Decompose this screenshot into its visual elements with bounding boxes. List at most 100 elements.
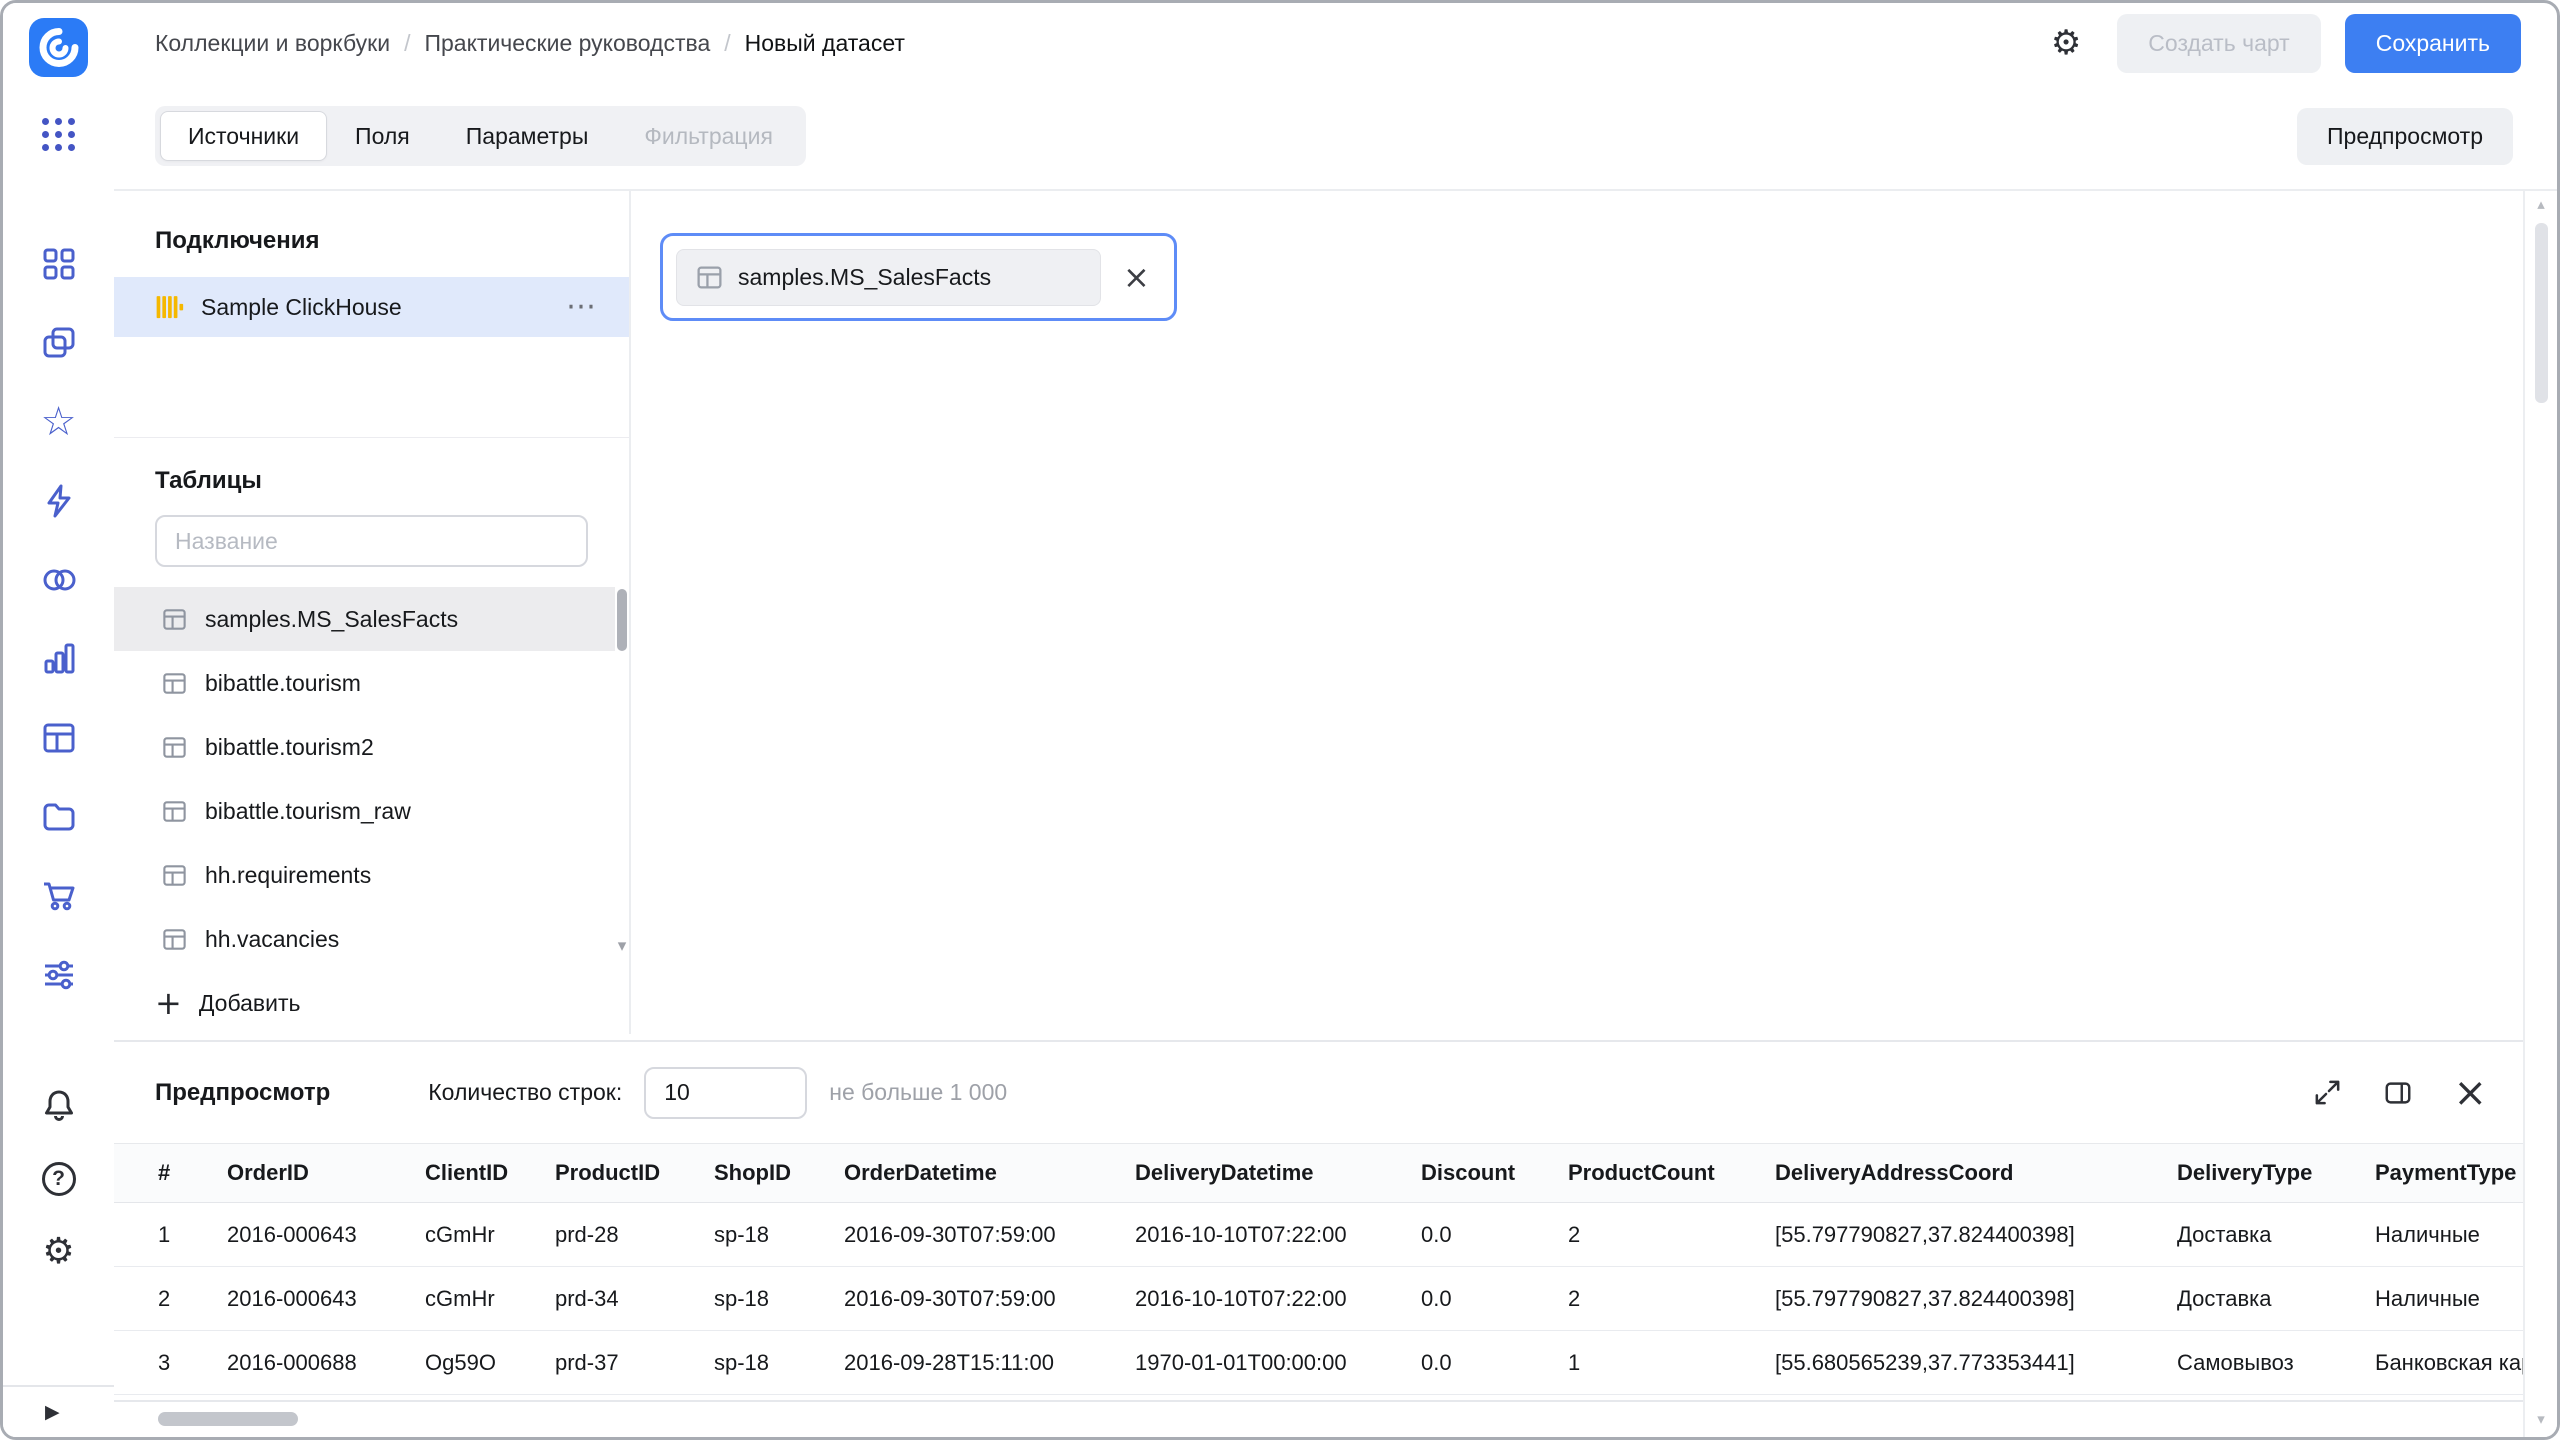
folder-icon[interactable]: [40, 798, 78, 836]
bell-icon[interactable]: [40, 1086, 78, 1124]
app-window: ☆ ? ⚙ ▶ Коллекции и воркбуки / Практичес…: [0, 0, 2560, 1440]
breadcrumb-collections[interactable]: Коллекции и воркбуки: [155, 30, 390, 57]
row-count-input[interactable]: [644, 1066, 808, 1119]
sliders-icon[interactable]: [40, 956, 78, 994]
column-header: #: [114, 1143, 227, 1203]
close-icon[interactable]: ×: [1123, 261, 1150, 293]
cell: 2016-000688: [227, 1330, 425, 1395]
vertical-scrollbar: ▴ ▾: [2523, 191, 2557, 1437]
close-icon[interactable]: ×: [2453, 1073, 2487, 1113]
cell: Доставка: [2177, 1266, 2375, 1331]
tab-parameters[interactable]: Параметры: [438, 111, 617, 161]
cell: 2: [1568, 1202, 1775, 1267]
datalens-logo-icon[interactable]: [29, 18, 88, 77]
sidebar-collapse-button[interactable]: ▶: [3, 1385, 114, 1437]
cart-icon[interactable]: [40, 877, 78, 915]
table-grid-icon: [163, 864, 186, 886]
row-count-hint: не больше 1 000: [829, 1079, 1008, 1105]
bar-chart-icon[interactable]: [40, 640, 78, 678]
save-button[interactable]: Сохранить: [2344, 13, 2521, 73]
table-icon[interactable]: [40, 719, 78, 757]
cell: 1: [114, 1202, 227, 1267]
split-view-icon[interactable]: [2383, 1078, 2413, 1108]
table-list-item[interactable]: samples.MS_SalesFacts: [114, 587, 615, 651]
table-grid-icon: [163, 736, 186, 758]
scrollbar-thumb[interactable]: [2535, 223, 2548, 403]
breadcrumb-workbook[interactable]: Практические руководства: [424, 30, 710, 57]
cell: Наличные: [2375, 1266, 2523, 1331]
expand-icon[interactable]: [2312, 1077, 2343, 1108]
horizontal-scrollbar: [114, 1400, 2523, 1437]
selected-source-chip[interactable]: samples.MS_SalesFacts ×: [660, 233, 1177, 321]
tabs-row: Источники Поля Параметры Фильтрация Пред…: [114, 103, 2557, 169]
table-search-input[interactable]: [155, 515, 588, 567]
table-list-item[interactable]: hh.requirements: [114, 843, 615, 907]
gear-icon[interactable]: ⚙: [42, 1234, 74, 1270]
panel-divider: [114, 437, 629, 438]
cell: 0.0: [1421, 1202, 1568, 1267]
table-row: 2 2016-000643 cGmHr prd-34 sp-18 2016-09…: [114, 1266, 2523, 1331]
connection-more-icon[interactable]: ⋯: [566, 292, 596, 322]
connections-title: Подключения: [155, 227, 320, 254]
sources-canvas: samples.MS_SalesFacts ×: [631, 191, 2521, 1034]
tables-title: Таблицы: [155, 467, 262, 494]
cell: 2016-09-28T15:11:00: [844, 1330, 1135, 1395]
tab-sources[interactable]: Источники: [160, 111, 328, 161]
cell: 2016-09-30T07:59:00: [844, 1266, 1135, 1331]
connection-item-sample-clickhouse[interactable]: Sample ClickHouse ⋯: [114, 277, 629, 337]
cell: 2016-000643: [227, 1266, 425, 1331]
layers-icon[interactable]: [40, 324, 78, 362]
table-row: 1 2016-000643 cGmHr prd-28 sp-18 2016-09…: [114, 1202, 2523, 1267]
tab-fields[interactable]: Поля: [327, 111, 438, 161]
column-header: DeliveryType: [2177, 1143, 2375, 1203]
help-icon[interactable]: ?: [41, 1162, 76, 1196]
column-header: OrderID: [227, 1143, 425, 1203]
tab-group: Источники Поля Параметры Фильтрация: [155, 106, 806, 166]
table-name: hh.requirements: [205, 861, 372, 888]
chevron-down-icon[interactable]: ▾: [2525, 1412, 2557, 1427]
table-list-item[interactable]: bibattle.tourism: [114, 651, 615, 715]
lightning-icon[interactable]: [40, 482, 78, 520]
column-header: PaymentType: [2375, 1143, 2523, 1203]
chevron-down-icon[interactable]: ▾: [615, 938, 629, 955]
apps-grid-icon[interactable]: [3, 118, 114, 151]
column-header: ProductCount: [1568, 1143, 1775, 1203]
table-grid-icon: [163, 800, 186, 822]
settings-gear-icon[interactable]: ⚙: [2051, 26, 2081, 60]
clickhouse-icon: [156, 295, 184, 318]
table-grid-icon: [163, 608, 186, 630]
table-name: bibattle.tourism_raw: [205, 797, 411, 824]
sidebar-nav: ☆: [3, 245, 114, 994]
scrollbar-thumb[interactable]: [617, 589, 627, 651]
preview-toggle-button[interactable]: Предпросмотр: [2297, 107, 2513, 165]
squares-icon[interactable]: [40, 245, 78, 283]
preview-header: Предпросмотр Количество строк: не больше…: [114, 1042, 2523, 1143]
circles-icon[interactable]: [40, 561, 78, 599]
create-chart-button: Создать чарт: [2117, 13, 2321, 73]
table-list-item[interactable]: bibattle.tourism_raw: [114, 779, 615, 843]
chevron-up-icon[interactable]: ▴: [2525, 197, 2557, 212]
table-grid-icon: [163, 672, 186, 694]
add-table-button[interactable]: + Добавить: [155, 987, 300, 1019]
column-header: ClientID: [425, 1143, 555, 1203]
column-header: ShopID: [714, 1143, 844, 1203]
sidebar: ☆ ? ⚙ ▶: [3, 3, 114, 1437]
cell: prd-28: [555, 1202, 714, 1267]
column-header: DeliveryDatetime: [1135, 1143, 1421, 1203]
source-chip-label: samples.MS_SalesFacts: [738, 263, 992, 290]
add-table-label: Добавить: [198, 989, 301, 1016]
breadcrumb: Коллекции и воркбуки / Практические руко…: [155, 30, 905, 57]
preview-table: # OrderID ClientID ProductID ShopID Orde…: [114, 1143, 2523, 1395]
table-name: bibattle.tourism2: [205, 733, 374, 760]
column-header: OrderDatetime: [844, 1143, 1135, 1203]
star-icon[interactable]: ☆: [40, 402, 78, 442]
cell: prd-37: [555, 1330, 714, 1395]
cell: Наличные: [2375, 1202, 2523, 1267]
table-list-item[interactable]: hh.vacancies: [114, 907, 615, 971]
cell: Доставка: [2177, 1202, 2375, 1267]
table-list-item[interactable]: bibattle.tourism2: [114, 715, 615, 779]
cell: 2: [1568, 1266, 1775, 1331]
cell: 2016-10-10T07:22:00: [1135, 1266, 1421, 1331]
cell: cGmHr: [425, 1266, 555, 1331]
scrollbar-thumb[interactable]: [158, 1412, 298, 1426]
